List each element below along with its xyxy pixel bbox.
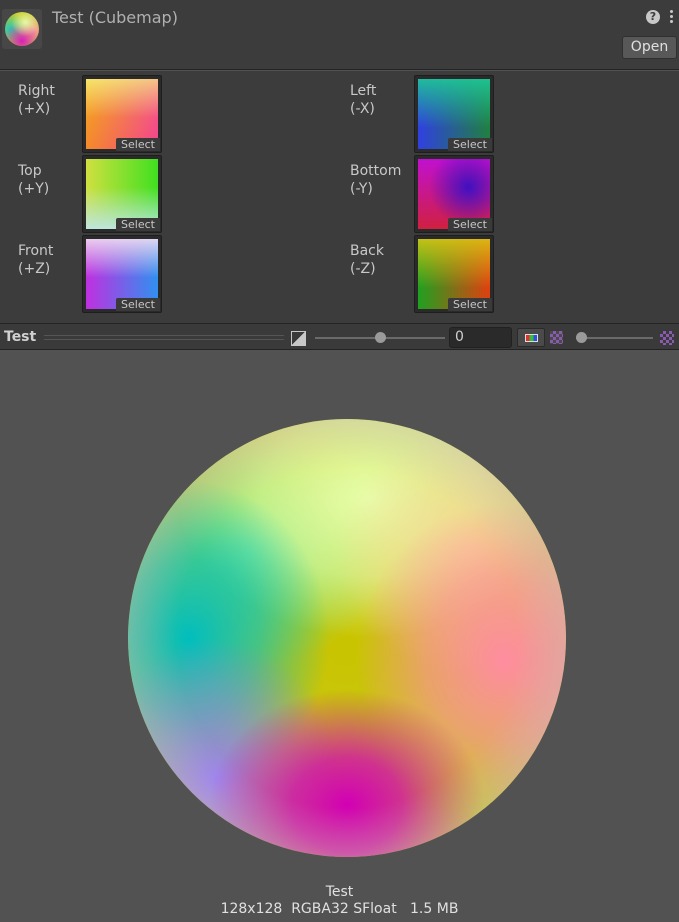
cubemap-preview-sphere[interactable]	[128, 419, 566, 857]
face-slot-back[interactable]: Select	[414, 235, 494, 313]
mip-slider[interactable]	[576, 337, 653, 339]
face-label-front: Front (+Z)	[18, 243, 54, 277]
checker-icon[interactable]	[660, 331, 674, 345]
inspector-header: Test (Cubemap) ? Open	[0, 0, 679, 70]
mip-level-field[interactable]: 0	[449, 327, 512, 348]
preview-title[interactable]: Test	[4, 329, 36, 345]
rgb-channel-icon	[525, 334, 538, 342]
rgb-channel-toggle[interactable]	[517, 328, 545, 347]
drag-handle[interactable]	[44, 335, 284, 340]
preview-toolbar: Test 0	[0, 323, 679, 350]
face-label-bottom: Bottom (-Y)	[350, 163, 402, 197]
open-button[interactable]: Open	[622, 36, 677, 59]
preview-info-details: 128x128 RGBA32 SFloat 1.5 MB	[220, 901, 459, 917]
select-button[interactable]: Select	[116, 298, 160, 311]
cubemap-asset-icon	[2, 9, 42, 49]
mip-slider-thumb[interactable]	[576, 332, 587, 343]
exposure-slider-thumb[interactable]	[374, 332, 386, 343]
preview-info-name: Test	[325, 884, 354, 900]
face-slot-front[interactable]: Select	[82, 235, 162, 313]
help-icon[interactable]: ?	[646, 10, 660, 24]
face-slot-right[interactable]: Select	[82, 75, 162, 153]
face-slot-bottom[interactable]: Select	[414, 155, 494, 233]
exposure-icon	[291, 331, 306, 346]
cubemap-faces-panel: Right (+X) Select Left (-X) Select Top (…	[0, 71, 679, 323]
select-button[interactable]: Select	[116, 138, 160, 151]
face-label-back: Back (-Z)	[350, 243, 384, 277]
select-button[interactable]: Select	[448, 138, 492, 151]
face-slot-left[interactable]: Select	[414, 75, 494, 153]
preview-info: Test 128x128 RGBA32 SFloat 1.5 MB	[0, 884, 679, 918]
face-label-left: Left (-X)	[350, 83, 377, 117]
sphere-thumbnail	[5, 12, 39, 46]
face-slot-top[interactable]: Select	[82, 155, 162, 233]
select-button[interactable]: Select	[448, 298, 492, 311]
face-label-right: Right (+X)	[18, 83, 55, 117]
select-button[interactable]: Select	[448, 218, 492, 231]
face-label-top: Top (+Y)	[18, 163, 50, 197]
alpha-icon[interactable]	[550, 331, 563, 344]
asset-title: Test (Cubemap)	[52, 8, 178, 27]
select-button[interactable]: Select	[116, 218, 160, 231]
kebab-menu-icon[interactable]	[668, 10, 674, 26]
